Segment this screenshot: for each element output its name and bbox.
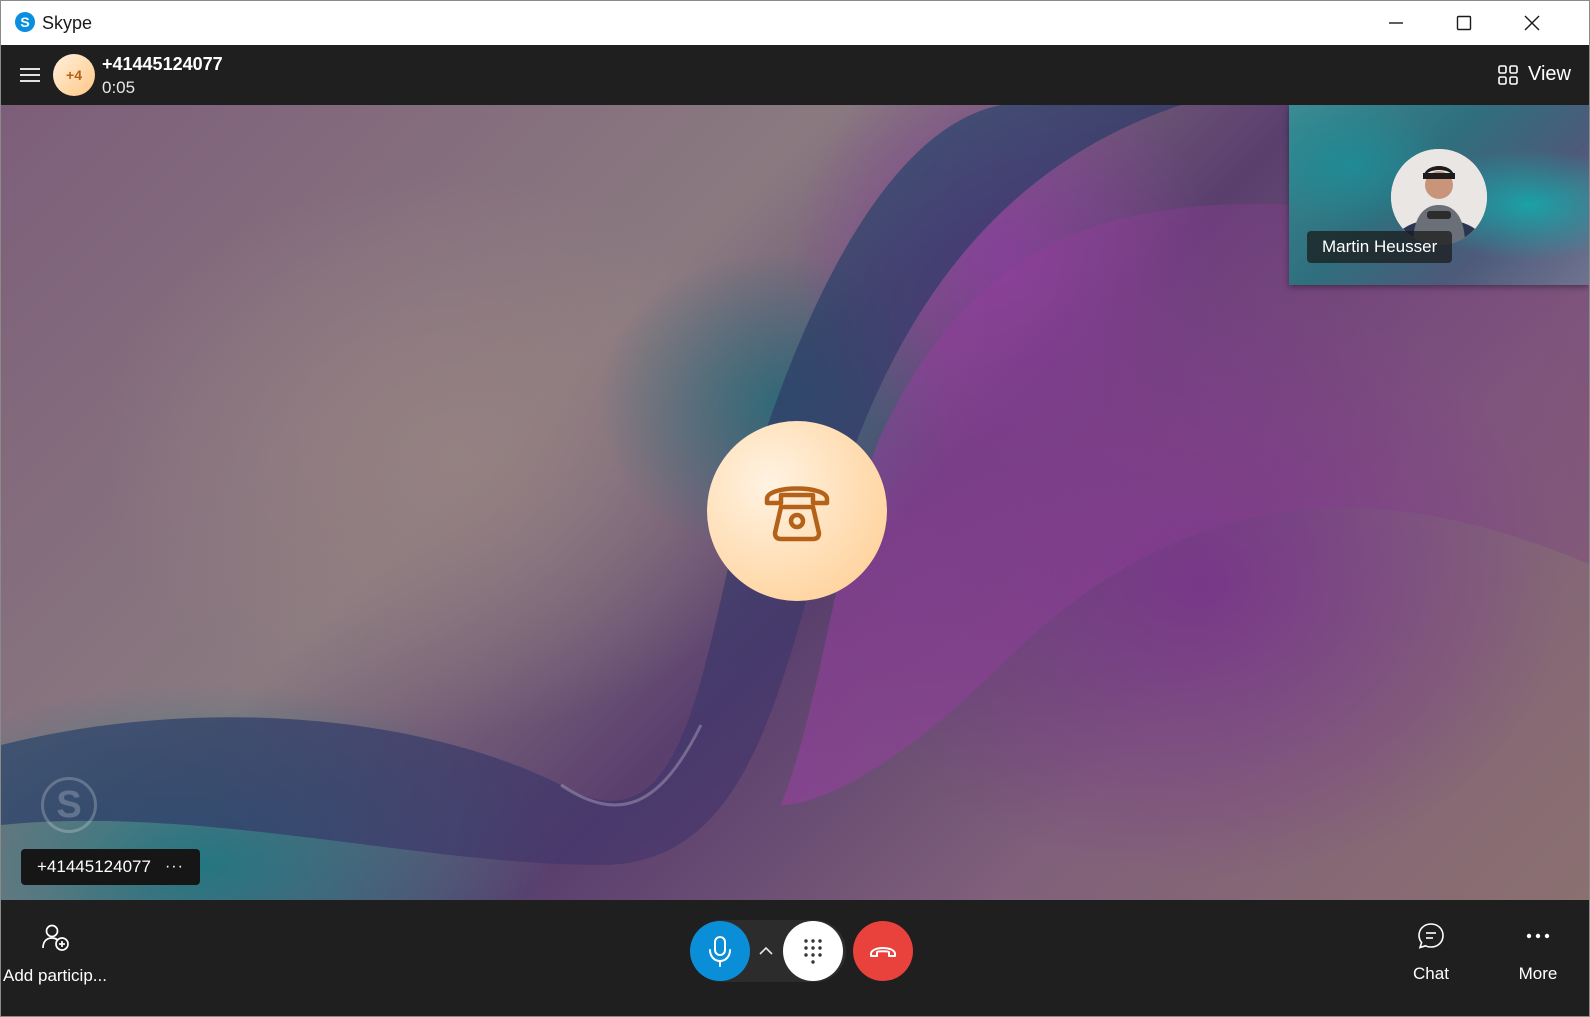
more-dots-icon[interactable]: ··· <box>165 858 184 876</box>
call-timer: 0:05 <box>102 78 136 97</box>
app-title: Skype <box>42 13 93 33</box>
call-header: +4 +41445124077 0:05 View <box>1 45 1589 105</box>
self-video-preview[interactable]: Martin Heusser <box>1289 105 1589 285</box>
maximize-button[interactable] <box>1430 1 1498 45</box>
minimize-button[interactable] <box>1362 1 1430 45</box>
add-person-icon <box>42 924 69 951</box>
more-button[interactable]: More <box>1503 922 1573 984</box>
more-label: More <box>1518 964 1558 983</box>
chat-button[interactable]: Chat <box>1396 922 1466 984</box>
skype-watermark-icon: S <box>41 777 97 833</box>
caller-avatar <box>707 421 887 601</box>
dialpad-button[interactable] <box>783 921 843 981</box>
skype-logo-icon: S <box>15 12 35 32</box>
phone-icon <box>764 486 830 542</box>
grid-view-icon <box>1498 64 1518 85</box>
skype-window: S Skype +4 +41445124077 0:05 View S Mart… <box>0 0 1590 1017</box>
more-icon <box>1526 933 1550 939</box>
microphone-button[interactable] <box>690 921 750 981</box>
chevron-up-icon <box>759 946 773 955</box>
call-stage: S Martin Heusser +41445124077 ··· <box>1 105 1589 900</box>
maximize-icon <box>1456 15 1472 31</box>
microphone-icon <box>709 936 731 967</box>
group-avatar[interactable]: +4 <box>53 54 95 96</box>
close-button[interactable] <box>1498 1 1566 45</box>
close-icon <box>1524 15 1540 31</box>
hang-up-button[interactable] <box>853 921 913 981</box>
call-controls: Add particip... Chat More <box>1 900 1589 1016</box>
menu-icon <box>20 68 40 82</box>
participant-tag[interactable]: +41445124077 ··· <box>21 849 200 885</box>
participant-tag-number: +41445124077 <box>37 857 151 876</box>
view-label: View <box>1528 63 1571 85</box>
add-participant-label: Add particip... <box>3 966 107 985</box>
title-bar: S Skype <box>1 1 1589 45</box>
minimize-icon <box>1389 22 1403 24</box>
menu-button[interactable] <box>19 65 41 85</box>
chat-icon <box>1418 923 1444 949</box>
dialpad-icon <box>804 939 822 964</box>
call-title: +41445124077 <box>102 54 223 74</box>
hang-up-icon <box>870 947 896 957</box>
add-participant-button[interactable]: Add particip... <box>1 922 109 986</box>
view-button[interactable]: View <box>1498 63 1571 86</box>
pip-participant-name: Martin Heusser <box>1307 231 1453 263</box>
audio-options-button[interactable] <box>757 942 775 960</box>
chat-label: Chat <box>1413 964 1449 983</box>
